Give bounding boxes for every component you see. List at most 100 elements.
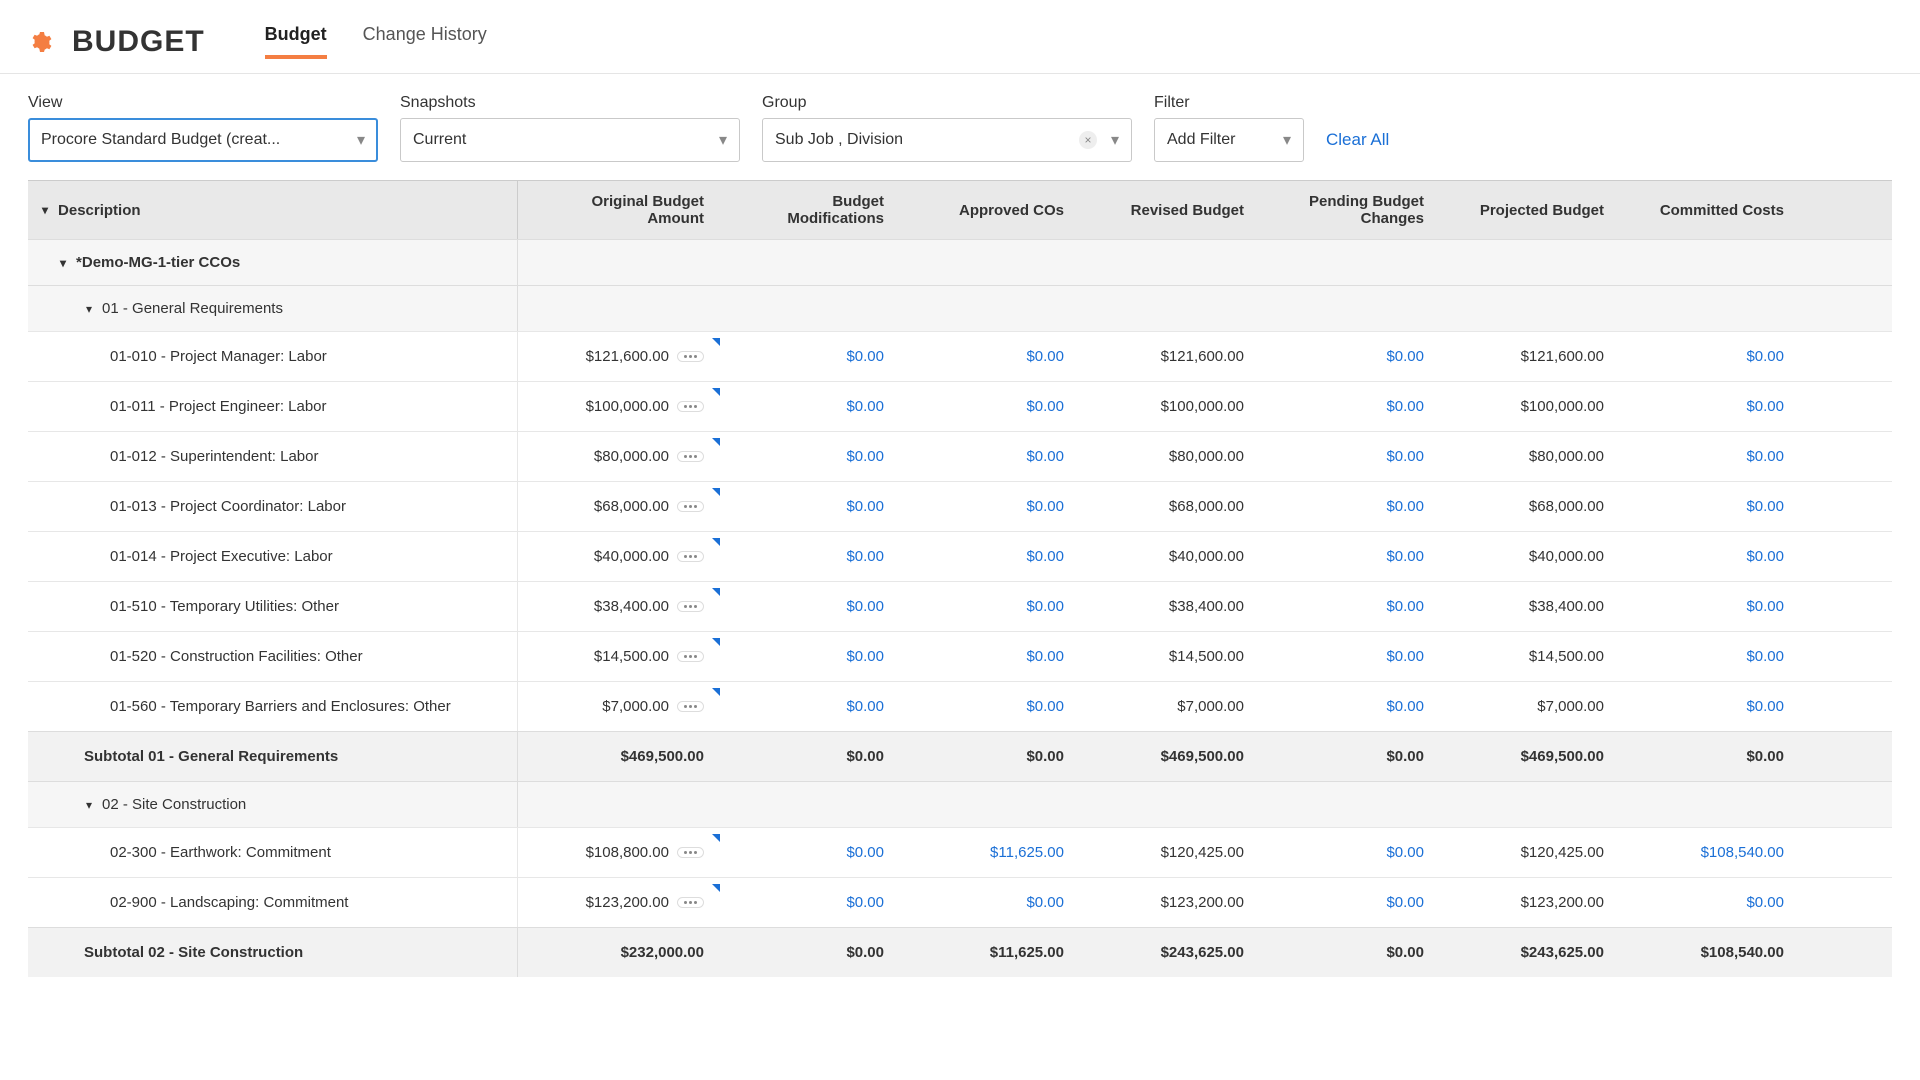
cell-committed[interactable]: $0.00 xyxy=(1618,638,1798,675)
group-select[interactable]: Sub Job , Division × ▾ xyxy=(762,118,1132,162)
chevron-down-icon: ▾ xyxy=(719,130,727,150)
cell-projected: $123,200.00 xyxy=(1438,884,1618,921)
row-description: 01-013 - Project Coordinator: Labor xyxy=(28,482,518,531)
view-select[interactable]: Procore Standard Budget (creat... ▾ xyxy=(28,118,378,162)
cell-committed[interactable]: $0.00 xyxy=(1618,688,1798,725)
section-row[interactable]: ▾02 - Site Construction xyxy=(28,781,1892,827)
cell-revised: $80,000.00 xyxy=(1078,438,1258,475)
cell-approved[interactable]: $0.00 xyxy=(898,538,1078,575)
control-snapshots: Snapshots Current ▾ xyxy=(400,94,740,162)
cell-committed[interactable]: $0.00 xyxy=(1618,488,1798,525)
cell-approved[interactable]: $0.00 xyxy=(898,638,1078,675)
gear-icon[interactable] xyxy=(28,30,52,54)
close-icon[interactable]: × xyxy=(1079,131,1097,149)
col-approved[interactable]: Approved COs xyxy=(898,192,1078,229)
col-revised[interactable]: Revised Budget xyxy=(1078,192,1258,229)
cell-pending[interactable]: $0.00 xyxy=(1258,438,1438,475)
cell-pending[interactable]: $0.00 xyxy=(1258,834,1438,871)
table-row: 01-013 - Project Coordinator: Labor$68,0… xyxy=(28,481,1892,531)
cell-revised: $40,000.00 xyxy=(1078,538,1258,575)
cell-pending[interactable]: $0.00 xyxy=(1258,588,1438,625)
more-actions-icon[interactable] xyxy=(677,551,704,562)
cell-committed[interactable]: $0.00 xyxy=(1618,538,1798,575)
cell-mods[interactable]: $0.00 xyxy=(718,638,898,675)
cell-approved[interactable]: $0.00 xyxy=(898,338,1078,375)
cell-mods[interactable]: $0.00 xyxy=(718,834,898,871)
cell-approved[interactable]: $0.00 xyxy=(898,438,1078,475)
cell-approved[interactable]: $0.00 xyxy=(898,388,1078,425)
cell-original: $14,500.00 xyxy=(518,638,718,675)
cell-mods[interactable]: $0.00 xyxy=(718,688,898,725)
cell-pending[interactable]: $0.00 xyxy=(1258,338,1438,375)
cell-approved[interactable]: $11,625.00 xyxy=(898,834,1078,871)
row-description: 01-011 - Project Engineer: Labor xyxy=(28,382,518,431)
tabs: Budget Change History xyxy=(265,24,487,59)
col-projected[interactable]: Projected Budget xyxy=(1438,192,1618,229)
chevron-down-icon[interactable]: ▾ xyxy=(86,798,92,812)
cell-original: $40,000.00 xyxy=(518,538,718,575)
cell-committed[interactable]: $108,540.00 xyxy=(1618,834,1798,871)
filter-select[interactable]: Add Filter ▾ xyxy=(1154,118,1304,162)
cell-projected: $40,000.00 xyxy=(1438,538,1618,575)
more-actions-icon[interactable] xyxy=(677,451,704,462)
cell-pending[interactable]: $0.00 xyxy=(1258,688,1438,725)
filter-value: Add Filter xyxy=(1167,131,1235,149)
section-row[interactable]: ▾01 - General Requirements xyxy=(28,285,1892,331)
cell-mods[interactable]: $0.00 xyxy=(718,588,898,625)
note-indicator-icon xyxy=(712,884,720,892)
cell-original: $121,600.00 xyxy=(518,338,718,375)
cell-approved[interactable]: $0.00 xyxy=(898,688,1078,725)
chevron-down-icon: ▾ xyxy=(1283,130,1291,150)
more-actions-icon[interactable] xyxy=(677,701,704,712)
cell-mods[interactable]: $0.00 xyxy=(718,338,898,375)
cell-pending[interactable]: $0.00 xyxy=(1258,488,1438,525)
note-indicator-icon xyxy=(712,638,720,646)
more-actions-icon[interactable] xyxy=(677,401,704,412)
control-view: View Procore Standard Budget (creat... ▾ xyxy=(28,94,378,162)
page-header: BUDGET Budget Change History xyxy=(0,0,1920,59)
cell-mods[interactable]: $0.00 xyxy=(718,538,898,575)
cell-mods[interactable]: $0.00 xyxy=(718,488,898,525)
group-row[interactable]: ▾*Demo-MG-1-tier CCOs xyxy=(28,239,1892,285)
tab-change-history[interactable]: Change History xyxy=(363,24,487,59)
cell-projected: $100,000.00 xyxy=(1438,388,1618,425)
chevron-down-icon[interactable]: ▾ xyxy=(86,302,92,316)
chevron-down-icon[interactable]: ▾ xyxy=(60,256,66,270)
cell-committed[interactable]: $0.00 xyxy=(1618,338,1798,375)
cell-approved[interactable]: $0.00 xyxy=(898,588,1078,625)
cell-approved[interactable]: $0.00 xyxy=(898,884,1078,921)
more-actions-icon[interactable] xyxy=(677,847,704,858)
cell-pending[interactable]: $0.00 xyxy=(1258,638,1438,675)
clear-all-link[interactable]: Clear All xyxy=(1326,130,1389,162)
cell-mods[interactable]: $0.00 xyxy=(718,438,898,475)
col-committed[interactable]: Committed Costs xyxy=(1618,192,1798,229)
cell-pending[interactable]: $0.00 xyxy=(1258,884,1438,921)
row-description: 02-900 - Landscaping: Commitment xyxy=(28,878,518,927)
col-pending[interactable]: Pending Budget Changes xyxy=(1258,183,1438,237)
cell-projected: $14,500.00 xyxy=(1438,638,1618,675)
cell-committed[interactable]: $0.00 xyxy=(1618,388,1798,425)
col-description[interactable]: ▾ Description xyxy=(28,181,518,239)
cell-committed[interactable]: $0.00 xyxy=(1618,438,1798,475)
cell-projected: $80,000.00 xyxy=(1438,438,1618,475)
table-row: 01-010 - Project Manager: Labor$121,600.… xyxy=(28,331,1892,381)
more-actions-icon[interactable] xyxy=(677,601,704,612)
more-actions-icon[interactable] xyxy=(677,351,704,362)
cell-revised: $14,500.00 xyxy=(1078,638,1258,675)
col-original[interactable]: Original Budget Amount xyxy=(518,183,718,237)
cell-pending[interactable]: $0.00 xyxy=(1258,388,1438,425)
more-actions-icon[interactable] xyxy=(677,897,704,908)
tab-budget[interactable]: Budget xyxy=(265,24,327,59)
cell-pending[interactable]: $0.00 xyxy=(1258,538,1438,575)
cell-approved[interactable]: $0.00 xyxy=(898,488,1078,525)
cell-mods[interactable]: $0.00 xyxy=(718,388,898,425)
row-description: 01-560 - Temporary Barriers and Enclosur… xyxy=(28,682,518,731)
col-mods[interactable]: Budget Modifications xyxy=(718,183,898,237)
more-actions-icon[interactable] xyxy=(677,501,704,512)
cell-committed[interactable]: $0.00 xyxy=(1618,884,1798,921)
cell-mods[interactable]: $0.00 xyxy=(718,884,898,921)
chevron-down-icon[interactable]: ▾ xyxy=(42,203,48,217)
snapshots-select[interactable]: Current ▾ xyxy=(400,118,740,162)
cell-committed[interactable]: $0.00 xyxy=(1618,588,1798,625)
more-actions-icon[interactable] xyxy=(677,651,704,662)
